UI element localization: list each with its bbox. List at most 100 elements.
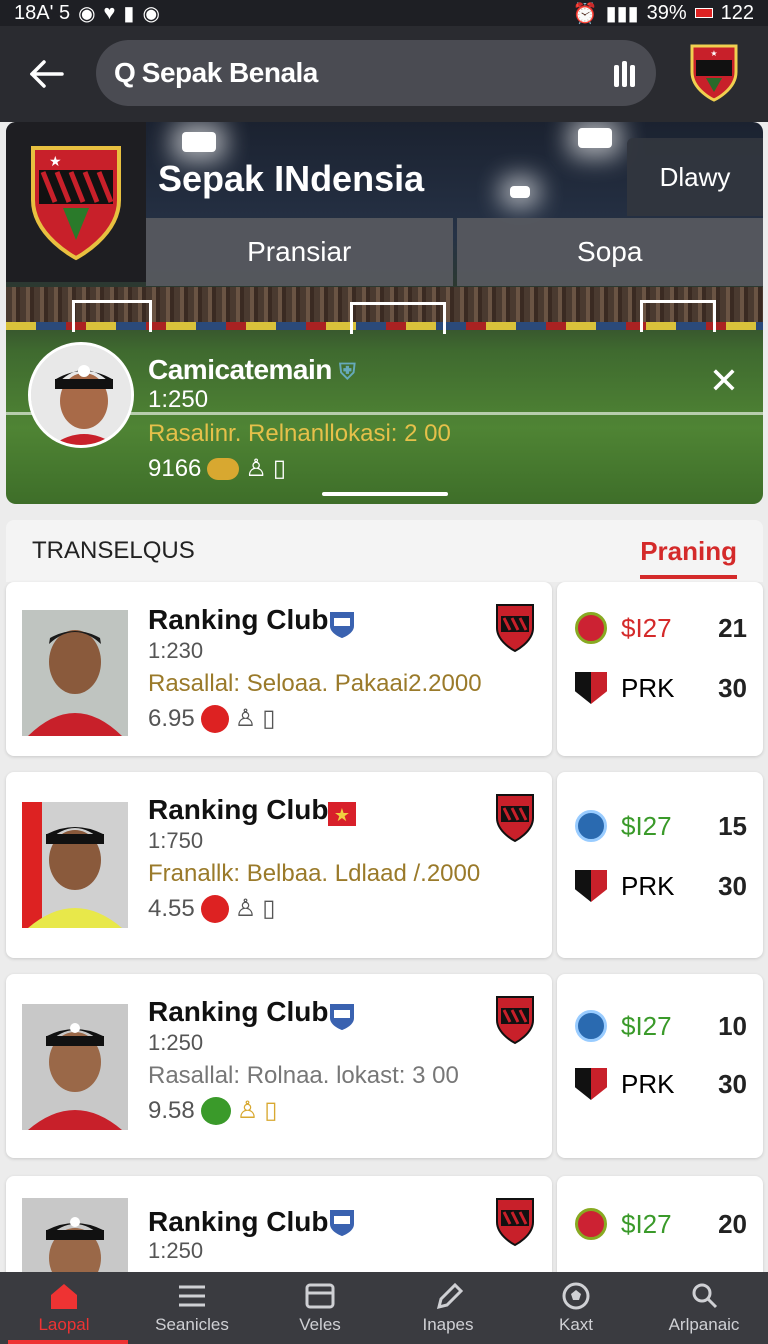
banner-tabs: Pransiar Sopa: [146, 218, 763, 286]
score-value: 30: [718, 1068, 747, 1099]
score-panel[interactable]: $I27 15 PRK 30: [557, 772, 763, 958]
player-info: Rasalinr. Relnanllokasi: 2 00: [148, 420, 451, 447]
svg-text:★: ★: [49, 153, 62, 169]
tab-sopa[interactable]: Sopa: [456, 218, 763, 286]
shield-icon: ♥: [103, 1, 116, 24]
club-crest-icon: [496, 604, 534, 653]
club-badge-icon: [575, 810, 607, 842]
list-item[interactable]: Ranking Club 1:230 Rasallal: Seloaa. Pak…: [6, 582, 552, 756]
svg-text:★: ★: [334, 805, 350, 825]
gold-badge-icon: [207, 457, 240, 480]
nav-item-seanicles[interactable]: Seanicles: [128, 1272, 256, 1344]
club-badge-icon: ⛨: [339, 359, 356, 384]
goal-right: [640, 300, 716, 332]
club-badge-icon: [330, 612, 354, 638]
score-panel[interactable]: $I27 21 PRK 30: [557, 582, 763, 756]
card-title: Ranking Club: [148, 604, 329, 635]
active-tab-indicator: [8, 1340, 128, 1344]
edit-icon: [436, 1282, 464, 1310]
score-row: $I27 20: [575, 1208, 747, 1240]
card-time: 1:250: [148, 1030, 204, 1055]
flag-icon: ★: [328, 802, 356, 826]
search-icon: Q: [114, 57, 136, 88]
player-avatar[interactable]: [28, 342, 134, 448]
nav-label: Laopal: [38, 1315, 90, 1334]
club-badge-icon: [330, 1004, 354, 1030]
player-photo: [22, 1198, 128, 1272]
red-badge-icon: [200, 704, 229, 733]
status-left-text: 18A' 5: [14, 1, 71, 24]
score-row: $I27 10: [575, 1010, 747, 1042]
club-badge-icon: [575, 1208, 607, 1240]
score-row: $I27 21: [575, 612, 747, 644]
card-stats: 6.95 ♙ ▯: [148, 704, 275, 733]
score-row: $I27 15: [575, 810, 747, 842]
battery-percent: 39%: [646, 1, 687, 24]
battery-small-icon: ▯: [272, 455, 287, 482]
battery-small-icon: ▯: [262, 705, 276, 732]
nav-label: Seanicles: [155, 1315, 229, 1334]
trophy-icon: ♙: [245, 455, 267, 482]
card-title: Ranking Club: [148, 794, 329, 825]
nav-label: Arlpanaic: [668, 1315, 740, 1334]
nav-item-inapes[interactable]: Inapes: [384, 1272, 512, 1344]
club-crest-icon: [496, 1198, 534, 1247]
microphone-icon[interactable]: [614, 59, 638, 87]
score-value: 15: [718, 810, 747, 841]
player-stats: 9166 ♙ ▯: [148, 454, 286, 483]
score-value: 30: [718, 672, 747, 703]
trophy-icon: ♙: [236, 1097, 259, 1124]
battery-icon: [694, 8, 713, 18]
status-bar: 18A' 5 ◉ ♥ ▮ ◉ ⏰ ▮▮▮ 39% 122: [0, 0, 768, 26]
score-label: PRK: [621, 870, 675, 901]
player-photo: [22, 802, 128, 928]
score-value: 30: [718, 870, 747, 901]
close-icon[interactable]: ✕: [709, 360, 739, 402]
featured-match-banner[interactable]: ★ Sepak INdensia Dlawy Pransiar Sopa Cam…: [6, 122, 763, 504]
banner-title: Sepak INdensia: [158, 158, 425, 199]
nav-item-laopal[interactable]: Laopal: [0, 1272, 128, 1344]
calendar-icon: [305, 1283, 335, 1309]
club-badge-icon: [575, 1068, 607, 1100]
card-time: 1:750: [148, 828, 204, 853]
carousel-handle: [322, 492, 448, 496]
club-badge-icon: [330, 1210, 354, 1236]
club-badge-icon: [575, 1010, 607, 1042]
search-input[interactable]: Sepak Benala: [142, 57, 614, 89]
club-badge-icon: [575, 612, 607, 644]
trophy-icon: ♙: [234, 705, 257, 732]
club-crest-icon[interactable]: ★: [688, 42, 740, 104]
card-stat-value: 4.55: [148, 894, 195, 922]
alarm-icon: ⏰: [572, 2, 598, 25]
green-badge-icon: [200, 1096, 231, 1125]
score-value: 20: [718, 1208, 747, 1239]
player-time: 1:250: [148, 386, 209, 413]
score-label: $I27: [621, 1208, 672, 1239]
section-title: TRANSELQUS: [32, 537, 195, 564]
list-item[interactable]: Ranking Club ★ 1:750 Franallk: Belbaa. L…: [6, 772, 552, 958]
club-crest-icon: [496, 996, 534, 1045]
player-photo: [22, 1004, 128, 1130]
tab-praning[interactable]: Praning: [640, 536, 737, 579]
player-stat-value: 9166: [148, 454, 202, 482]
list-item[interactable]: Ranking Club 1:250 Rasallal: Rolnaa. lok…: [6, 974, 552, 1158]
card-stats: 4.55 ♙ ▯: [148, 894, 275, 923]
nav-item-kaxt[interactable]: Kaxt: [512, 1272, 640, 1344]
player-name: Camicatemain ⛨: [148, 354, 356, 385]
card-time: 1:230: [148, 638, 204, 663]
card-stat-value: 6.95: [148, 704, 195, 732]
nav-item-veles[interactable]: Veles: [256, 1272, 384, 1344]
nav-item-arlpanaic[interactable]: Arlpanaic: [640, 1272, 768, 1344]
score-panel[interactable]: $I27 10 PRK 30: [557, 974, 763, 1158]
tab-pransiar[interactable]: Pransiar: [146, 218, 453, 286]
floodlight: [510, 186, 530, 198]
score-label: $I27: [621, 1010, 672, 1041]
back-arrow-icon[interactable]: [22, 49, 72, 99]
score-value: 21: [718, 612, 747, 643]
dlawy-button[interactable]: Dlawy: [627, 138, 763, 216]
card-info: Franallk: Belbaa. Ldlaad /.2000: [148, 860, 481, 887]
goal-left: [72, 300, 152, 332]
search-bar[interactable]: Q Sepak Benala: [96, 40, 656, 106]
battery-small-icon: ▯: [264, 1097, 278, 1124]
nav-label: Veles: [299, 1315, 341, 1334]
